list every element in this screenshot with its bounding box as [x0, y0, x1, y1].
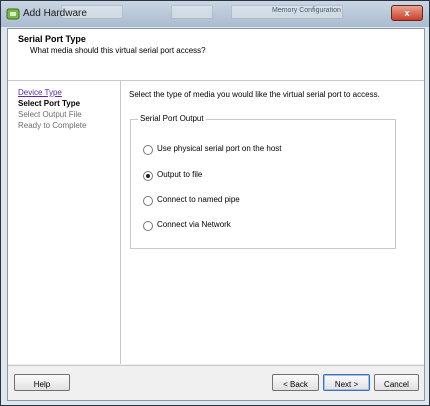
- radio-button-icon[interactable]: [143, 196, 153, 206]
- step-ready-to-complete: Ready to Complete: [18, 121, 87, 130]
- step-select-output-file: Select Output File: [18, 110, 82, 119]
- option-label[interactable]: Connect via Network: [157, 220, 231, 229]
- step-device-type[interactable]: Device Type: [18, 88, 62, 97]
- background-window-ghost: Memory Configuration: [231, 5, 343, 19]
- next-button[interactable]: Next >: [323, 374, 370, 391]
- background-window-ghost: [171, 5, 213, 19]
- instruction-text: Select the type of media you would like …: [129, 90, 380, 99]
- close-button[interactable]: x: [391, 5, 423, 21]
- page-subtitle: What media should this virtual serial po…: [30, 46, 206, 55]
- window-title: Add Hardware: [23, 8, 87, 19]
- radio-button-selected-icon[interactable]: [143, 171, 153, 181]
- title-bar[interactable]: Memory Configuration Add Hardware x: [1, 1, 429, 27]
- option-label[interactable]: Connect to named pipe: [157, 195, 240, 204]
- cancel-button[interactable]: Cancel: [374, 374, 419, 391]
- add-hardware-icon: [6, 8, 20, 20]
- footer-divider: [8, 365, 424, 366]
- radio-button-icon[interactable]: [143, 221, 153, 231]
- wizard-content: Select the type of media you would like …: [121, 81, 424, 364]
- back-button[interactable]: < Back: [272, 374, 319, 391]
- wizard-client: Serial Port Type What media should this …: [7, 28, 425, 401]
- page-title: Serial Port Type: [18, 34, 86, 44]
- serial-port-output-group: Serial Port Output Use physical serial p…: [130, 114, 396, 249]
- radio-button-icon[interactable]: [143, 145, 153, 155]
- close-icon: x: [404, 8, 410, 18]
- option-label[interactable]: Output to file: [157, 170, 202, 179]
- group-label: Serial Port Output: [138, 114, 206, 123]
- step-select-port-type: Select Port Type: [18, 99, 81, 108]
- option-label[interactable]: Use physical serial port on the host: [157, 144, 282, 153]
- add-hardware-window: Memory Configuration Add Hardware x Seri…: [0, 0, 430, 406]
- ghost-text: Memory Configuration: [272, 7, 341, 14]
- help-button[interactable]: Help: [14, 374, 70, 391]
- wizard-steps-panel: Device Type Select Port Type Select Outp…: [8, 81, 121, 364]
- wizard-header: Serial Port Type What media should this …: [8, 29, 424, 81]
